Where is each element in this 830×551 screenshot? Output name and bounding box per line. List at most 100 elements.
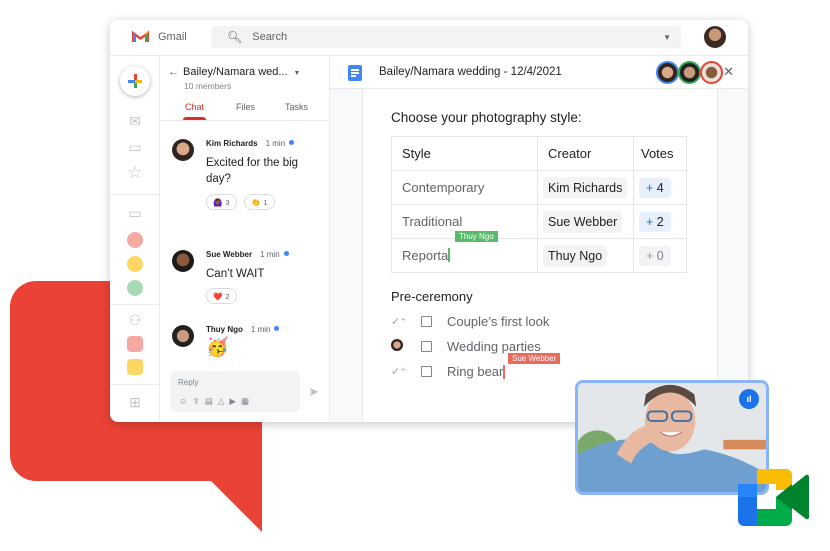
upload-icon[interactable]: ⇪ — [193, 396, 200, 407]
drive-icon[interactable]: △ — [218, 396, 225, 407]
column-header: Style — [391, 136, 538, 171]
search-options-icon[interactable]: ▼ — [663, 33, 671, 42]
person-chip[interactable]: Thuy Ngo — [543, 244, 608, 267]
reaction-chip[interactable]: ❤️ 2 — [206, 288, 237, 304]
person-chip[interactable]: Sue Webber — [543, 210, 623, 233]
sidebar-rail: ✉ ▭ ☆ ▭ ⚇ ⊞ — [110, 56, 160, 422]
calendar-icon[interactable]: ▦ — [241, 396, 249, 407]
collaborator-cursor-label: Thuy Ngo — [455, 231, 498, 242]
reply-placeholder: Reply — [178, 378, 199, 387]
text-cursor — [503, 364, 505, 379]
video-add-icon[interactable]: ⊞ — [126, 395, 144, 409]
speaking-indicator-icon: ıl — [739, 389, 759, 409]
gmail-window: Gmail 🔍︎ Search ▼ ✉ ▭ ☆ ▭ ⚇ ⊞ ← Bailey/N… — [110, 20, 748, 422]
chat-tabs: Chat Files Tasks — [160, 102, 330, 121]
space-green[interactable] — [127, 280, 143, 296]
member-count: 10 members — [184, 81, 232, 91]
checkbox[interactable] — [421, 341, 432, 352]
vote-button[interactable]: + 2 — [639, 211, 671, 232]
divider — [110, 194, 160, 195]
close-icon[interactable]: ✕ — [723, 64, 734, 80]
tab-chat[interactable]: Chat — [182, 102, 207, 120]
chat-icon[interactable]: ▭ — [126, 206, 144, 220]
message-text: Excited for the big day? — [206, 157, 299, 185]
people-icon[interactable]: ⚇ — [126, 313, 144, 327]
dropdown-icon[interactable]: ▼ — [294, 70, 301, 77]
collaborator-cursor-label: Sue Webber — [508, 353, 561, 364]
avatar — [172, 250, 194, 272]
doc-heading: Choose your photography style: — [391, 110, 582, 125]
top-bar: Gmail 🔍︎ Search ▼ — [110, 20, 748, 56]
message-author: Sue Webber 1 min — [206, 250, 289, 259]
reply-input[interactable]: Reply ☺ ⇪ ▤ △ ▶ ▦ — [170, 371, 300, 412]
column-header: Votes — [633, 136, 687, 171]
assignee-avatar[interactable] — [391, 339, 407, 354]
tab-tasks[interactable]: Tasks — [285, 102, 308, 112]
compose-icon — [128, 74, 142, 88]
section-heading: Pre-ceremony — [391, 289, 473, 304]
checkbox[interactable] — [421, 316, 432, 327]
table-row: Traditional Sue Webber + 2 — [391, 204, 687, 239]
search-placeholder: Search — [252, 31, 288, 43]
room-red[interactable] — [127, 336, 143, 352]
table-header-row: Style Creator Votes — [391, 136, 687, 171]
divider — [110, 304, 160, 305]
style-cell[interactable]: Reporta — [402, 248, 448, 263]
checklist-item: ✓⁺ Couple’s first look — [391, 314, 550, 329]
avatar — [172, 139, 194, 161]
chat-header: ← Bailey/Namara wed... ▼ 10 members — [168, 66, 300, 91]
message-text: Can’t WAIT — [206, 268, 265, 280]
document-pane: Bailey/Namara wedding - 12/4/2021 ✕ Choo… — [330, 56, 748, 422]
vote-button[interactable]: + 4 — [639, 177, 671, 198]
message-author: Kim Richards 1 min — [206, 139, 295, 148]
google-meet-logo — [738, 469, 810, 526]
doc-add-icon[interactable]: ▤ — [205, 396, 213, 407]
space-title[interactable]: Bailey/Namara wed... — [183, 66, 288, 78]
message-author: Thuy Ngo 1 min — [206, 325, 280, 334]
collaborator-avatar[interactable] — [700, 61, 723, 84]
chat-panel: ← Bailey/Namara wed... ▼ 10 members Chat F… — [160, 56, 330, 422]
document-page: Choose your photography style: Style Cre… — [362, 89, 718, 422]
collaborator-avatar[interactable] — [678, 61, 701, 84]
person-chip[interactable]: Kim Richards — [543, 176, 628, 199]
column-header: Creator — [537, 136, 634, 171]
star-icon[interactable]: ☆ — [126, 164, 144, 181]
text-cursor — [448, 248, 450, 262]
assign-task-icon[interactable]: ✓⁺ — [391, 365, 407, 378]
space-yellow[interactable] — [127, 256, 143, 272]
room-yellow[interactable] — [127, 359, 143, 375]
decorative-speech-bubble-tail — [200, 470, 262, 532]
style-cell[interactable]: Contemporary — [391, 170, 538, 205]
divider — [110, 384, 160, 385]
compose-button[interactable] — [120, 66, 150, 96]
search-input[interactable]: 🔍︎ Search ▼ — [211, 26, 681, 48]
checklist-item: ✓⁺ Ring bear — [391, 364, 505, 379]
back-arrow-icon[interactable]: ← — [168, 66, 179, 78]
tab-files[interactable]: Files — [236, 102, 255, 112]
assign-task-icon[interactable]: ✓⁺ — [391, 315, 407, 328]
video-icon[interactable]: ▶ — [229, 396, 236, 407]
send-icon[interactable]: ➤ — [308, 384, 319, 400]
mail-icon[interactable]: ✉ — [126, 114, 144, 128]
party-emoji: 🥳 — [206, 337, 229, 357]
gmail-m-icon — [132, 30, 149, 42]
app-name: Gmail — [158, 30, 187, 43]
checkbox[interactable] — [421, 366, 432, 377]
table-row: Contemporary Kim Richards + 4 — [391, 170, 687, 205]
document-title: Bailey/Namara wedding - 12/4/2021 — [379, 66, 562, 78]
avatar — [172, 325, 194, 347]
inbox-icon[interactable]: ▭ — [126, 140, 144, 154]
space-red[interactable] — [127, 232, 143, 248]
reaction-chip[interactable]: 👏 1 — [244, 194, 275, 210]
collaborator-avatar[interactable] — [656, 61, 679, 84]
account-avatar[interactable] — [704, 26, 726, 48]
photography-table: Style Creator Votes Contemporary Kim Ric… — [391, 136, 687, 273]
docs-icon — [348, 65, 362, 81]
table-row: Reporta Thuy Ngo + 0 — [391, 238, 687, 273]
emoji-icon[interactable]: ☺ — [179, 396, 188, 407]
checklist-item: Wedding parties — [391, 339, 541, 354]
gmail-logo[interactable]: Gmail — [132, 30, 187, 43]
vote-button[interactable]: + 0 — [639, 245, 671, 266]
reaction-chip[interactable]: 🙆🏾‍♀️ 3 — [206, 194, 237, 210]
search-icon: 🔍︎ — [227, 30, 243, 44]
